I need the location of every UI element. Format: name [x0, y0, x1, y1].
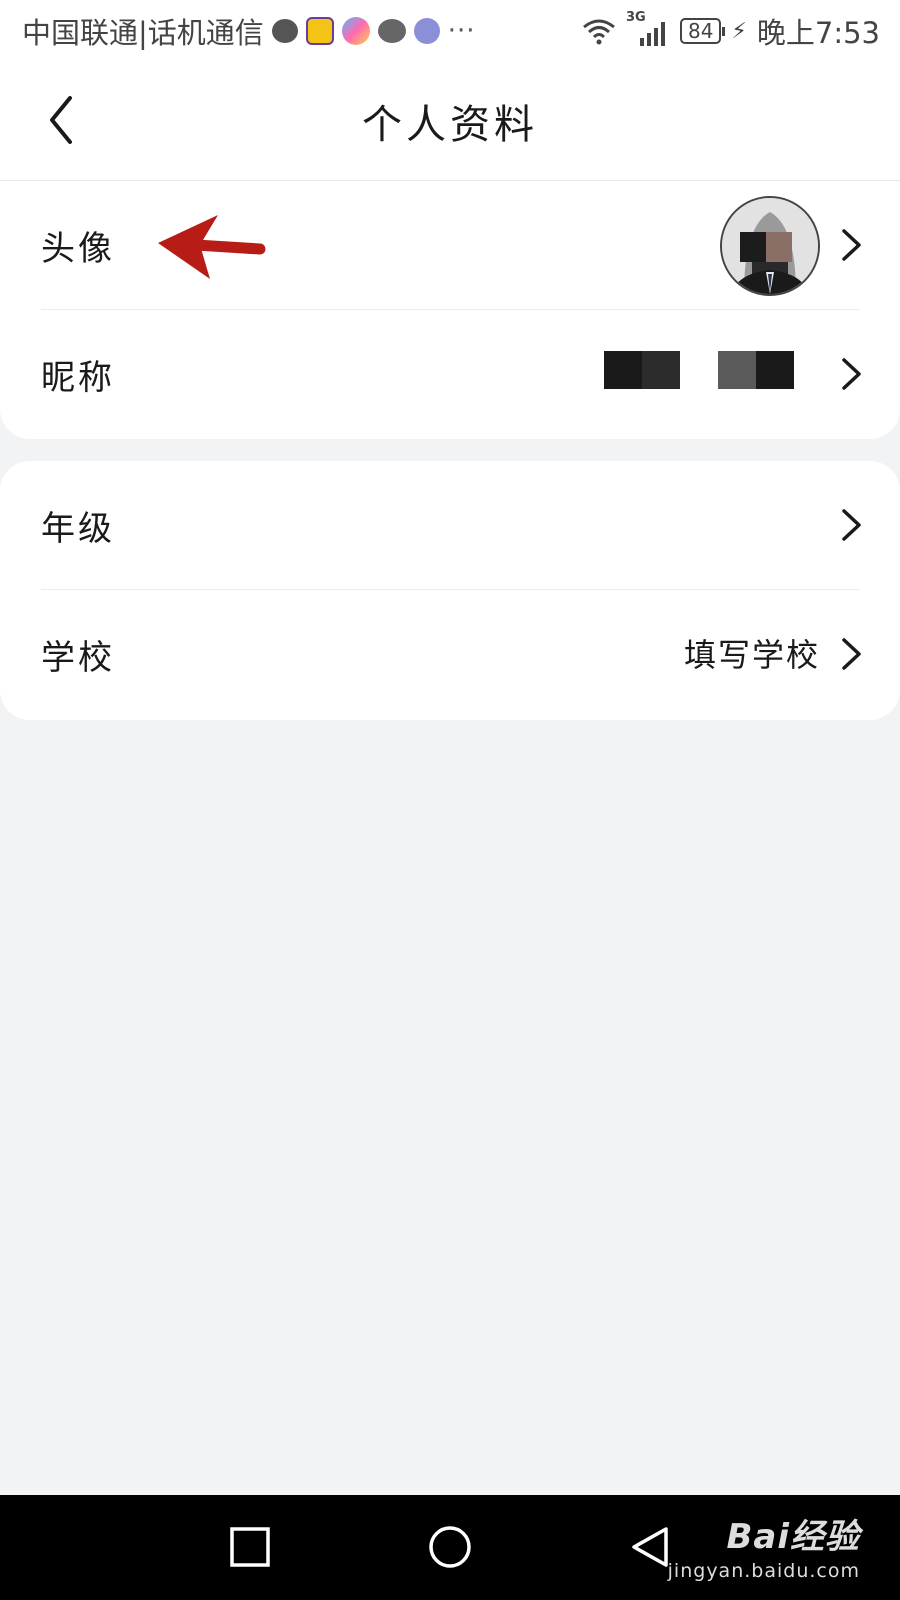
- profile-card: 头像 昵称: [0, 181, 900, 439]
- status-left: 中国联通|话机通信 ···: [22, 10, 476, 52]
- home-button[interactable]: [428, 1525, 472, 1569]
- chevron-right-icon: [842, 638, 861, 670]
- signal-indicator: 3G: [626, 10, 670, 46]
- signal-icon: [639, 22, 665, 46]
- school-row[interactable]: 学校 填写学校: [0, 590, 900, 718]
- nickname-row[interactable]: 昵称: [0, 310, 900, 438]
- message-icon: [271, 19, 298, 43]
- more-notifications-icon: ···: [447, 16, 476, 46]
- system-nav-bar: Bai经验 jingyan.baidu.com: [0, 1495, 900, 1600]
- info-card: 年级 学校 填写学校: [0, 461, 900, 720]
- battery-icon: 84: [679, 18, 726, 44]
- school-label: 学校: [41, 638, 115, 678]
- avatar-image: [722, 198, 818, 294]
- book-app-icon: [305, 17, 334, 45]
- avatar-row[interactable]: 头像: [0, 181, 900, 309]
- wifi-icon: [583, 19, 615, 45]
- status-bar: 中国联通|话机通信 ··· 3G 84 ⚡ 晚上7:53: [0, 0, 900, 62]
- page-title: 个人资料: [362, 102, 538, 148]
- title-bar: 个人资料: [0, 62, 900, 181]
- back-nav-button[interactable]: [630, 1525, 670, 1569]
- recent-apps-button[interactable]: [230, 1527, 270, 1567]
- baidu-jingyan-watermark: Bai经验 jingyan.baidu.com: [668, 1509, 860, 1582]
- nickname-redacted: [604, 351, 794, 389]
- astronaut-app-icon: [413, 18, 440, 44]
- ball-app-icon: [341, 17, 370, 45]
- watermark-brand: Bai经验: [726, 1517, 860, 1557]
- grade-row[interactable]: 年级: [0, 461, 900, 589]
- chevron-right-icon: [842, 358, 861, 390]
- redaction-blocks: [604, 351, 794, 389]
- avatar-label: 头像: [41, 229, 115, 269]
- nickname-label: 昵称: [41, 358, 115, 398]
- watermark-url: jingyan.baidu.com: [667, 1560, 860, 1582]
- charging-icon: ⚡: [731, 18, 747, 44]
- chevron-right-icon: [842, 229, 861, 261]
- carrier-name: 中国联通|话机通信: [22, 16, 264, 50]
- status-right: 3G 84 ⚡ 晚上7:53: [582, 10, 880, 52]
- wechat-icon: [377, 19, 406, 43]
- avatar[interactable]: [720, 196, 820, 296]
- clock: 晚上7:53: [756, 16, 880, 50]
- school-value: 填写学校: [683, 636, 820, 674]
- annotation-arrow-icon: [158, 215, 266, 279]
- chevron-right-icon: [842, 509, 861, 541]
- grade-label: 年级: [41, 509, 115, 549]
